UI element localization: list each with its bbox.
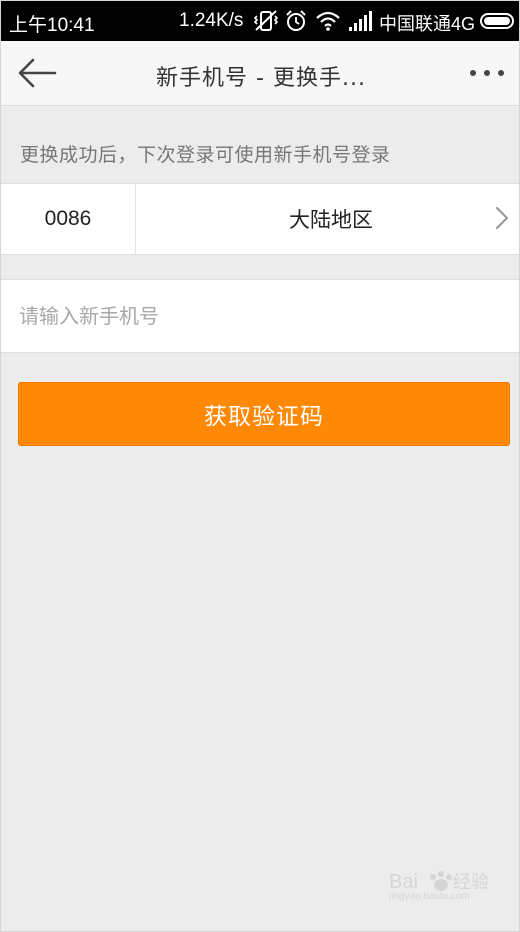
- status-bar: 上午10:41 1.24K/s 中国联通4G: [1, 1, 519, 41]
- baidu-logo-icon: Bai 经验: [389, 871, 489, 893]
- carrier-label: 中国联通4G: [379, 14, 476, 34]
- chevron-right-icon: [495, 206, 509, 230]
- page-title: 新手机号 - 更换手...: [156, 66, 366, 91]
- network-speed: 1.24K/s: [179, 10, 244, 31]
- watermark-text: jingyan.baidu.com: [389, 891, 470, 902]
- country-code: 0086: [1, 184, 136, 254]
- vibrate-off-icon: [253, 10, 279, 31]
- nav-bar: 新手机号 - 更换手...: [1, 41, 519, 106]
- hint-text: 更换成功后，下次登录可使用新手机号登录: [20, 144, 391, 166]
- signal-icon: [349, 11, 372, 31]
- alarm-icon: [286, 10, 306, 31]
- watermark: Bai 经验 jingyan.baidu.com: [389, 869, 489, 913]
- screen: 上午10:41 1.24K/s 中国联通4G 新手机号 - 更换手... 更换成…: [0, 0, 520, 932]
- svg-text:经验: 经验: [453, 872, 489, 893]
- get-code-button[interactable]: 获取验证码: [18, 382, 510, 446]
- svg-text:Bai: Bai: [389, 871, 418, 893]
- region-name: 大陆地区: [289, 208, 373, 232]
- more-dots-icon[interactable]: [465, 57, 509, 89]
- status-time: 上午10:41: [9, 15, 95, 36]
- region-selector[interactable]: 0086 大陆地区: [1, 183, 519, 255]
- back-arrow-icon[interactable]: [15, 55, 59, 91]
- new-phone-input[interactable]: [19, 280, 499, 352]
- phone-input-row: [1, 279, 519, 353]
- battery-icon: [480, 13, 514, 29]
- wifi-icon: [316, 11, 340, 31]
